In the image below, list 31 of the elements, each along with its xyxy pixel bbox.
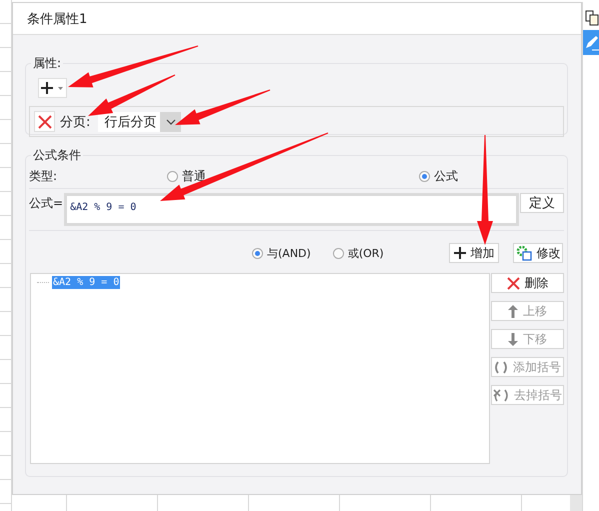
define-button[interactable]: 定义: [520, 193, 564, 213]
plus-icon: [454, 247, 466, 259]
arrow-up-icon: [508, 304, 518, 318]
add-property-button[interactable]: [38, 78, 67, 98]
formula-field[interactable]: &A2 % 9 = 0: [64, 193, 520, 226]
copy-icon: [584, 10, 598, 26]
chevron-down-icon: [166, 118, 176, 124]
close-icon: [506, 276, 520, 290]
type-radio[interactable]: 普通: [167, 168, 206, 184]
pen-icon: [584, 34, 599, 50]
gear-icon: [516, 245, 532, 261]
field-label: 分页:: [60, 114, 90, 130]
window-title: 条件属性1: [27, 10, 88, 28]
remove-property-button[interactable]: [34, 111, 55, 132]
page-break-dropdown[interactable]: 行后分页: [98, 112, 182, 132]
group-title: 属性:: [32, 55, 62, 72]
arrow-down-icon: [508, 332, 518, 346]
delete-button[interactable]: 删除: [491, 273, 564, 293]
sheet-cell: [570, 495, 582, 511]
parentheses-icon: [494, 360, 508, 374]
edit-button[interactable]: 修改: [513, 243, 563, 263]
type-radio[interactable]: 公式: [419, 168, 458, 184]
field-label: 类型:: [29, 168, 58, 184]
parentheses-cross-icon: [493, 388, 509, 402]
logic-radio[interactable]: 与(AND): [252, 246, 311, 260]
close-icon: [38, 114, 52, 128]
field-label: 公式=: [29, 195, 64, 212]
add-button[interactable]: 增加: [449, 243, 499, 263]
group-title: 公式条件: [32, 147, 82, 164]
logic-radio[interactable]: 或(OR): [332, 246, 384, 260]
plus-icon: [40, 81, 64, 95]
